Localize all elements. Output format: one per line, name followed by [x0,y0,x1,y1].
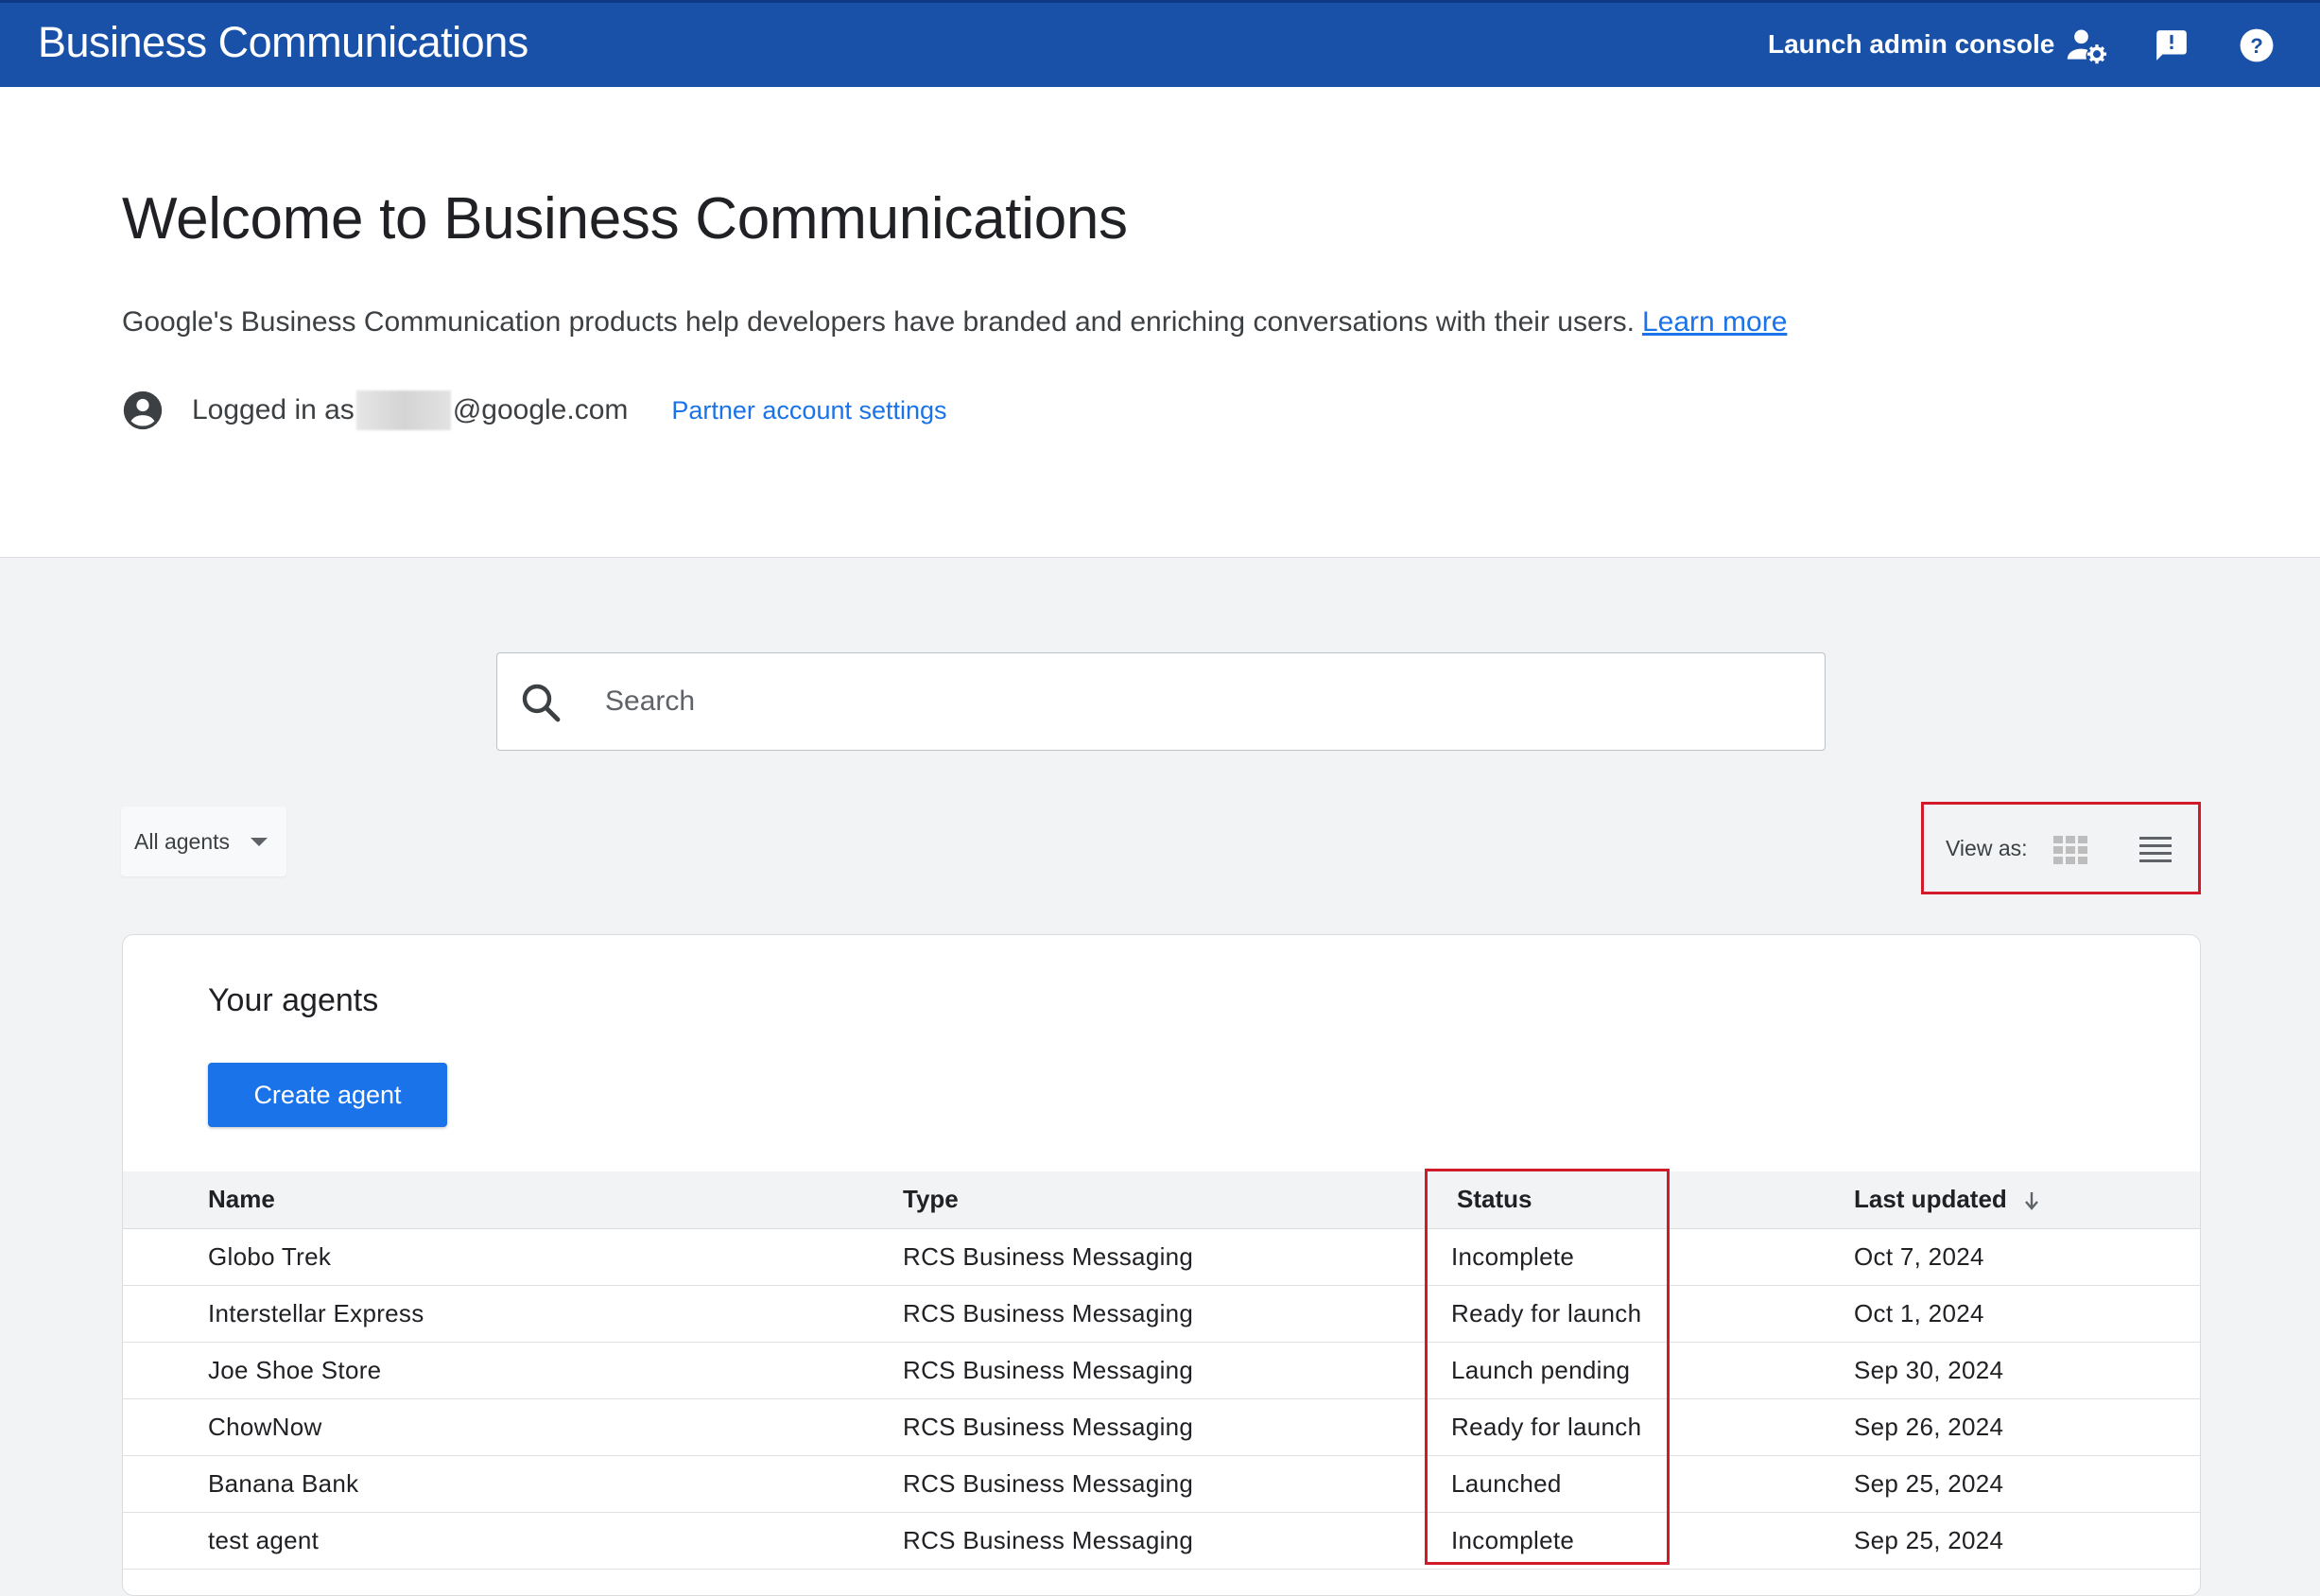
agent-status-cell: Launch pending [1451,1356,1631,1384]
table-row[interactable]: Joe Shoe Store RCS Business Messaging La… [123,1343,2200,1399]
account-circle-icon [123,390,163,430]
agent-status-cell: Ready for launch [1451,1299,1642,1327]
intro-description: Google's Business Communication products… [122,306,1787,338]
agent-updated-cell: Sep 30, 2024 [1854,1356,2004,1384]
agent-type-cell: RCS Business Messaging [903,1526,1194,1554]
last-updated-label: Last updated [1854,1185,2007,1213]
table-row[interactable]: ChowNow RCS Business Messaging Ready for… [123,1399,2200,1456]
agent-updated-cell: Sep 25, 2024 [1854,1526,2004,1554]
agents-table-header: Name Type Status Last updated [123,1171,2200,1229]
column-header-status[interactable]: Status [1457,1185,1532,1214]
agent-name-cell[interactable]: Banana Bank [208,1469,358,1499]
partner-account-settings-link[interactable]: Partner account settings [671,396,946,425]
search-bar[interactable] [496,652,1826,751]
account-row: Logged in as @google.com Partner account… [122,388,947,433]
agent-type-cell: RCS Business Messaging [903,1469,1194,1498]
table-row[interactable]: Globo Trek RCS Business Messaging Incomp… [123,1229,2200,1286]
description-text: Google's Business Communication products… [122,306,1635,338]
launch-admin-console-link[interactable]: Launch admin console [1768,29,2054,60]
agents-card: Your agents Create agent Name Type Statu… [122,934,2201,1596]
agent-name-cell[interactable]: test agent [208,1526,319,1555]
app-title[interactable]: Business Communications [38,18,528,67]
agent-updated-cell: Sep 26, 2024 [1854,1413,2004,1441]
learn-more-link[interactable]: Learn more [1642,306,1787,338]
agent-updated-cell: Sep 25, 2024 [1854,1469,2004,1498]
agent-status-cell: Ready for launch [1451,1413,1642,1441]
table-row[interactable]: Banana Bank RCS Business Messaging Launc… [123,1456,2200,1513]
filter-selected-value: All agents [134,828,231,854]
welcome-section: Welcome to Business Communications Googl… [0,87,2320,558]
agent-status-cell: Incomplete [1451,1526,1575,1554]
agent-filter-dropdown[interactable]: All agents [121,807,286,876]
view-as-toggle: View as: [1921,802,2201,894]
logged-in-prefix: Logged in as [192,394,355,425]
grid-view-icon[interactable] [2053,836,2087,864]
column-header-last-updated[interactable]: Last updated [1854,1185,2040,1214]
search-input[interactable] [603,674,1789,729]
agent-status-cell: Launched [1451,1469,1562,1498]
svg-text:?: ? [2250,34,2263,58]
column-header-name[interactable]: Name [208,1185,275,1214]
agent-type-cell: RCS Business Messaging [903,1413,1194,1441]
search-icon [522,684,561,722]
agent-status-cell: Incomplete [1451,1242,1575,1271]
sort-descending-icon[interactable] [2023,1190,2040,1211]
agents-card-title: Your agents [208,982,379,1018]
agent-name-cell[interactable]: Interstellar Express [208,1299,424,1328]
page-title: Welcome to Business Communications [122,186,1128,252]
column-header-type[interactable]: Type [903,1185,959,1214]
redacted-username [355,390,451,430]
top-app-bar: Business Communications Launch admin con… [0,0,2320,87]
agent-name-cell[interactable]: ChowNow [208,1413,322,1442]
agent-type-cell: RCS Business Messaging [903,1356,1194,1384]
agent-updated-cell: Oct 7, 2024 [1854,1242,1984,1271]
chevron-down-icon [251,837,268,846]
agent-type-cell: RCS Business Messaging [903,1242,1194,1271]
email-domain: @google.com [452,394,629,425]
table-row[interactable]: Interstellar Express RCS Business Messag… [123,1286,2200,1343]
agent-type-cell: RCS Business Messaging [903,1299,1194,1327]
agent-updated-cell: Oct 1, 2024 [1854,1299,1984,1327]
feedback-icon[interactable] [2150,24,2193,67]
view-as-label: View as: [1946,836,2028,860]
agent-name-cell[interactable]: Globo Trek [208,1242,331,1272]
create-agent-button[interactable]: Create agent [208,1063,447,1127]
help-icon[interactable]: ? [2235,24,2278,67]
list-view-icon[interactable] [2139,835,2172,863]
admin-settings-icon[interactable] [2065,24,2108,67]
table-row[interactable]: test agent RCS Business Messaging Incomp… [123,1513,2200,1570]
agent-name-cell[interactable]: Joe Shoe Store [208,1356,381,1385]
